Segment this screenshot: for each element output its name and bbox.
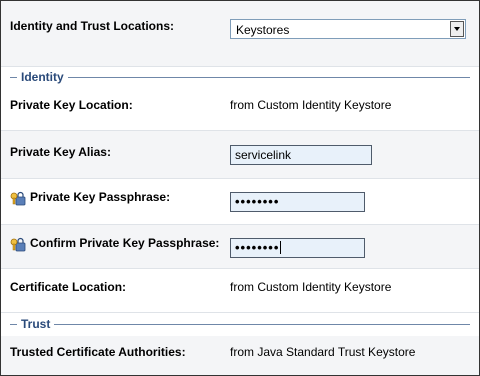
confirm-passphrase-label: Confirm Private Key Passphrase:: [30, 236, 220, 250]
trusted-cas-value: from Java Standard Trust Keystore: [230, 345, 416, 359]
text-cursor: [280, 241, 282, 254]
identity-trust-locations-row: Identity and Trust Locations: Keystores: [1, 1, 479, 67]
private-key-passphrase-masked: ••••••••: [235, 194, 280, 209]
confirm-passphrase-masked: ••••••••: [235, 240, 280, 255]
key-lock-icon: [10, 191, 26, 206]
certificate-location-row: Certificate Location: from Custom Identi…: [1, 269, 479, 313]
certificate-location-label: Certificate Location:: [10, 280, 127, 294]
private-key-passphrase-label: Private Key Passphrase:: [30, 190, 171, 204]
private-key-location-row: Private Key Location: from Custom Identi…: [1, 89, 479, 131]
section-divider: [10, 324, 470, 325]
chevron-down-icon[interactable]: [450, 21, 464, 37]
certificate-location-value: from Custom Identity Keystore: [230, 280, 392, 294]
private-key-passphrase-input[interactable]: ••••••••: [230, 192, 365, 212]
trusted-cas-label: Trusted Certificate Authorities:: [10, 345, 186, 359]
private-key-alias-label: Private Key Alias:: [10, 145, 111, 159]
private-key-location-value: from Custom Identity Keystore: [230, 98, 392, 112]
section-divider: [10, 77, 470, 78]
confirm-passphrase-row: Confirm Private Key Passphrase: ••••••••: [1, 225, 479, 269]
trusted-cas-row: Trusted Certificate Authorities: from Ja…: [1, 336, 479, 375]
trust-section-header: Trust: [1, 314, 479, 336]
private-key-alias-row: Private Key Alias: servicelink: [1, 131, 479, 179]
trust-section-title: Trust: [17, 317, 55, 331]
private-key-alias-value: servicelink: [235, 148, 292, 162]
identity-section-header: Identity: [1, 67, 479, 89]
identity-trust-locations-select[interactable]: Keystores: [230, 19, 466, 39]
private-key-location-label: Private Key Location:: [10, 98, 133, 112]
key-lock-icon: [10, 237, 26, 252]
private-key-alias-input[interactable]: servicelink: [230, 145, 372, 165]
keystore-settings-panel: Identity and Trust Locations: Keystores …: [0, 0, 480, 376]
identity-trust-locations-label: Identity and Trust Locations:: [10, 19, 175, 33]
identity-section-title: Identity: [17, 70, 68, 84]
identity-trust-locations-selected: Keystores: [236, 23, 290, 37]
confirm-passphrase-input[interactable]: ••••••••: [230, 238, 365, 258]
private-key-passphrase-row: Private Key Passphrase: ••••••••: [1, 179, 479, 225]
